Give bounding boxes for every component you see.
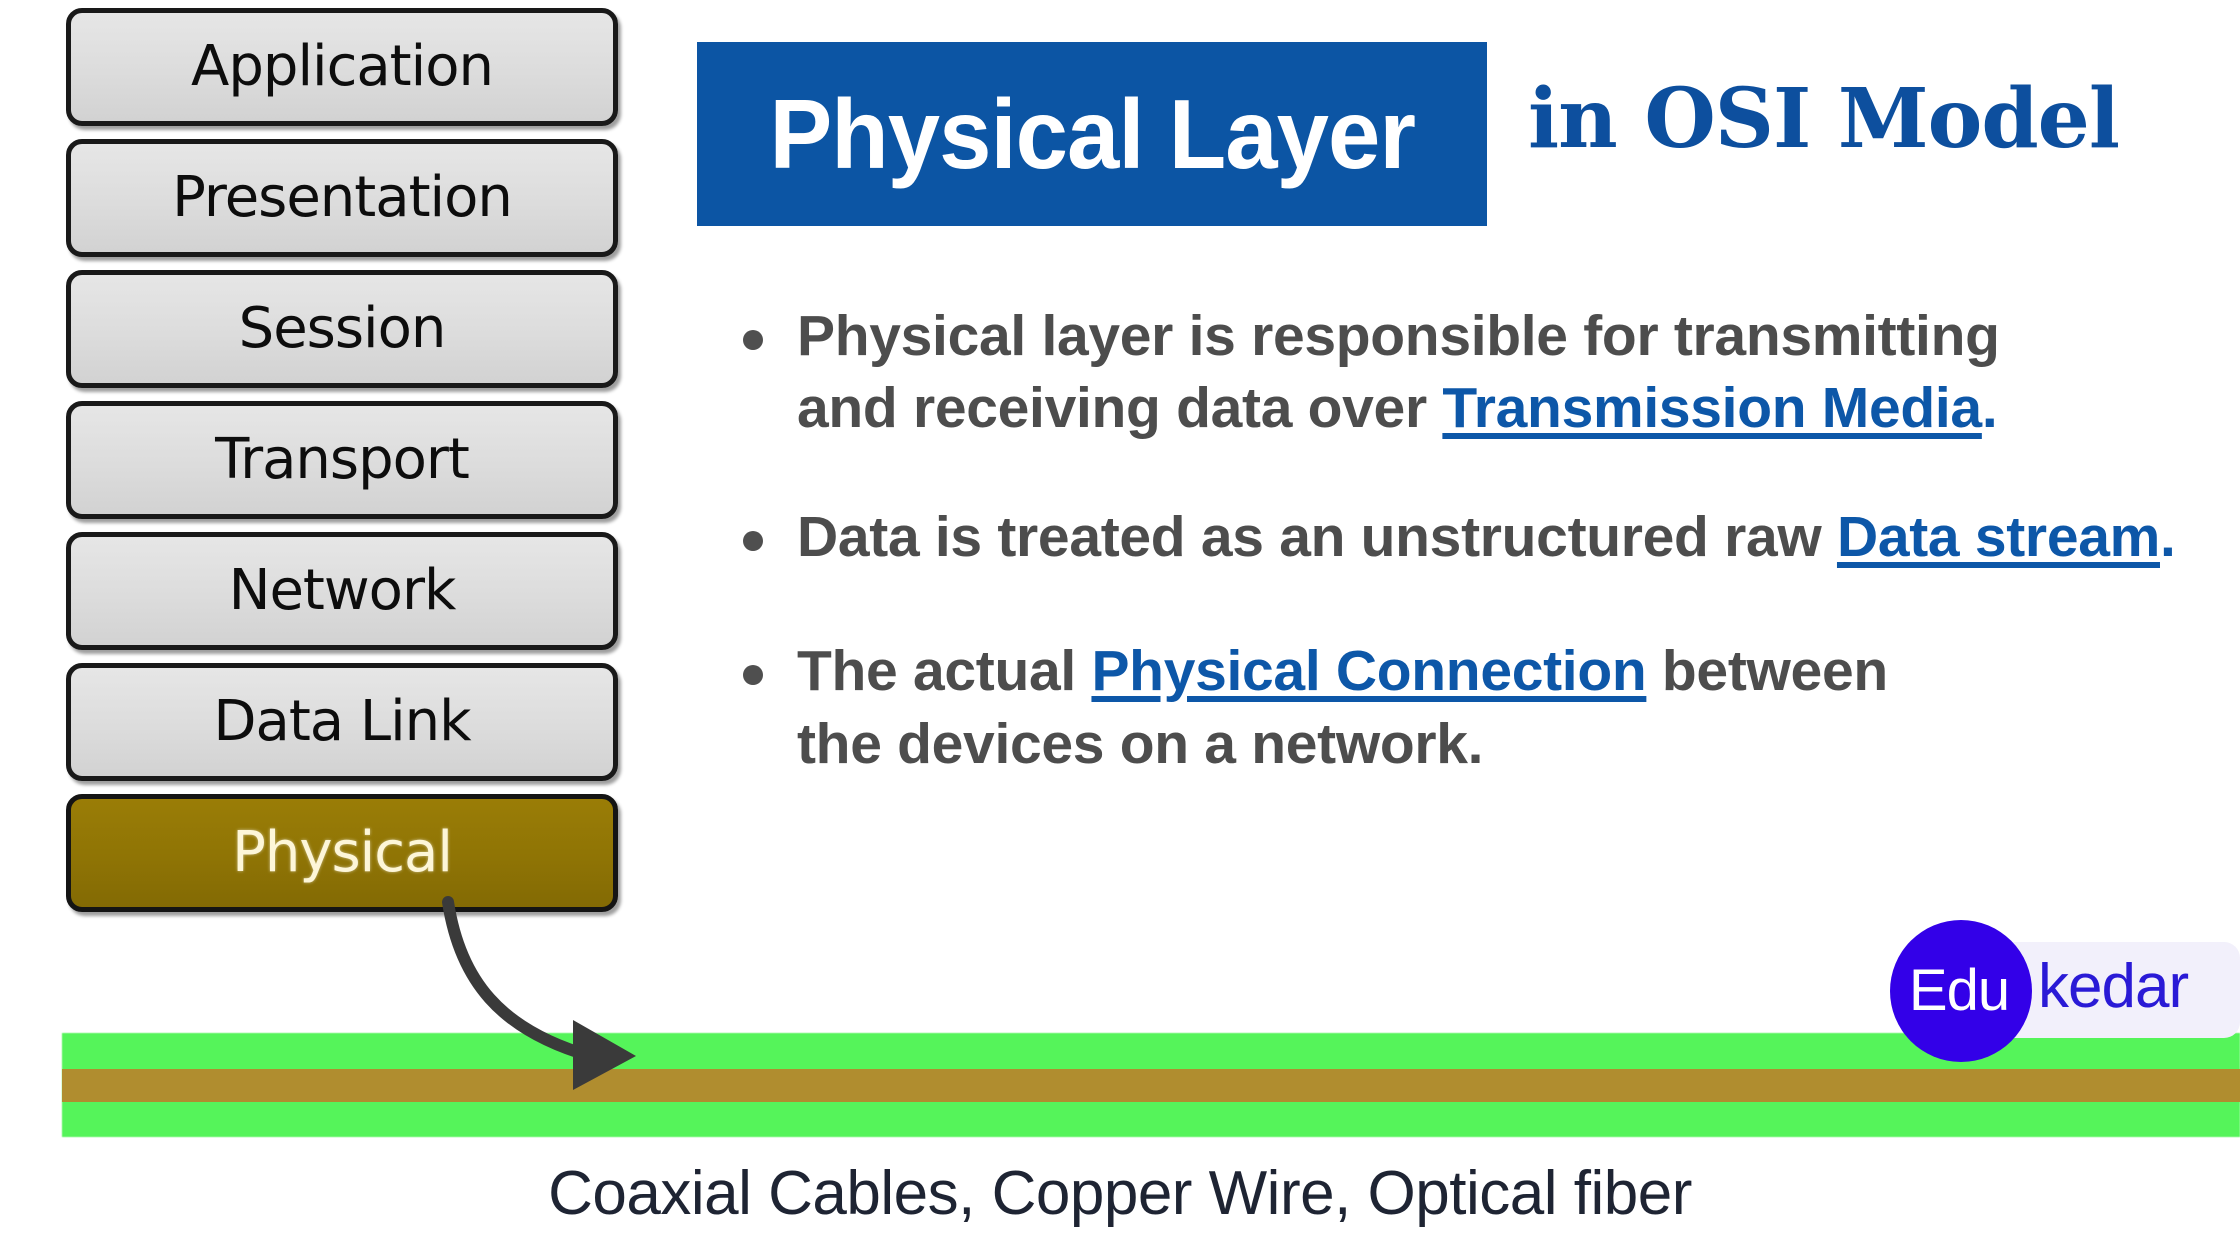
page-title: Physical Layer bbox=[769, 78, 1416, 189]
bullet-text-pre: The actual bbox=[797, 639, 1092, 704]
osi-layer-session[interactable]: Session bbox=[66, 270, 618, 388]
osi-layer-label: Data Link bbox=[213, 689, 471, 754]
infographic-canvas: Application Presentation Session Transpo… bbox=[0, 0, 2240, 1260]
osi-layer-application[interactable]: Application bbox=[66, 8, 618, 126]
bullet-text: The actual Physical Connection between t… bbox=[797, 635, 1945, 780]
osi-layer-label: Application bbox=[191, 34, 494, 99]
osi-layer-label: Presentation bbox=[172, 165, 513, 230]
logo-text-edu: Edu bbox=[1908, 958, 2010, 1023]
link-transmission-media[interactable]: Transmission Media bbox=[1442, 376, 1982, 440]
bullet-text-post: . bbox=[2160, 504, 2176, 569]
list-item: The actual Physical Connection between t… bbox=[735, 635, 1945, 780]
cable-caption-text: Coaxial Cables, Copper Wire, Optical fib… bbox=[548, 1159, 1692, 1228]
list-item: Physical layer is responsible for transm… bbox=[735, 300, 2035, 445]
cable-copper-core bbox=[62, 1069, 2240, 1102]
page-title-suffix: in OSI Model bbox=[1528, 71, 2120, 167]
bullet-text-post: . bbox=[1981, 376, 1998, 441]
bullet-list: Physical layer is responsible for transm… bbox=[735, 300, 2205, 836]
osi-layer-label: Network bbox=[228, 558, 457, 623]
bullet-text-pre: Data is treated as an unstructured raw bbox=[797, 504, 1837, 569]
title-banner: Physical Layer bbox=[697, 42, 1487, 226]
bullet-dot-icon bbox=[743, 530, 763, 551]
osi-layer-label: Physical bbox=[232, 820, 453, 885]
bullet-dot-icon bbox=[743, 330, 763, 350]
link-data-stream[interactable]: Data stream bbox=[1837, 505, 2160, 569]
logo-text-kedar: kedar bbox=[2038, 952, 2189, 1021]
osi-layer-data-link[interactable]: Data Link bbox=[66, 663, 618, 781]
arrow-curve bbox=[442, 896, 596, 1062]
osi-layer-network[interactable]: Network bbox=[66, 532, 618, 650]
osi-layer-transport[interactable]: Transport bbox=[66, 401, 618, 519]
bullet-text: Data is treated as an unstructured raw D… bbox=[797, 501, 2205, 573]
osi-layer-label: Session bbox=[238, 296, 447, 361]
pointer-arrow bbox=[442, 896, 636, 1090]
arrow-head-icon bbox=[573, 1020, 636, 1090]
list-item: Data is treated as an unstructured raw D… bbox=[735, 501, 2205, 573]
bullet-dot-icon bbox=[743, 665, 763, 686]
osi-layer-presentation[interactable]: Presentation bbox=[66, 139, 618, 257]
osi-layer-stack: Application Presentation Session Transpo… bbox=[66, 8, 626, 918]
osi-layer-label: Transport bbox=[215, 427, 470, 492]
logo-circle: Edu bbox=[1890, 920, 2032, 1062]
link-physical-connection[interactable]: Physical Connection bbox=[1091, 639, 1646, 703]
edukedar-logo[interactable]: kedar Edu bbox=[1890, 920, 2240, 1070]
cable-caption: Coaxial Cables, Copper Wire, Optical fib… bbox=[0, 1158, 2240, 1229]
bullet-text: Physical layer is responsible for transm… bbox=[797, 300, 2035, 445]
